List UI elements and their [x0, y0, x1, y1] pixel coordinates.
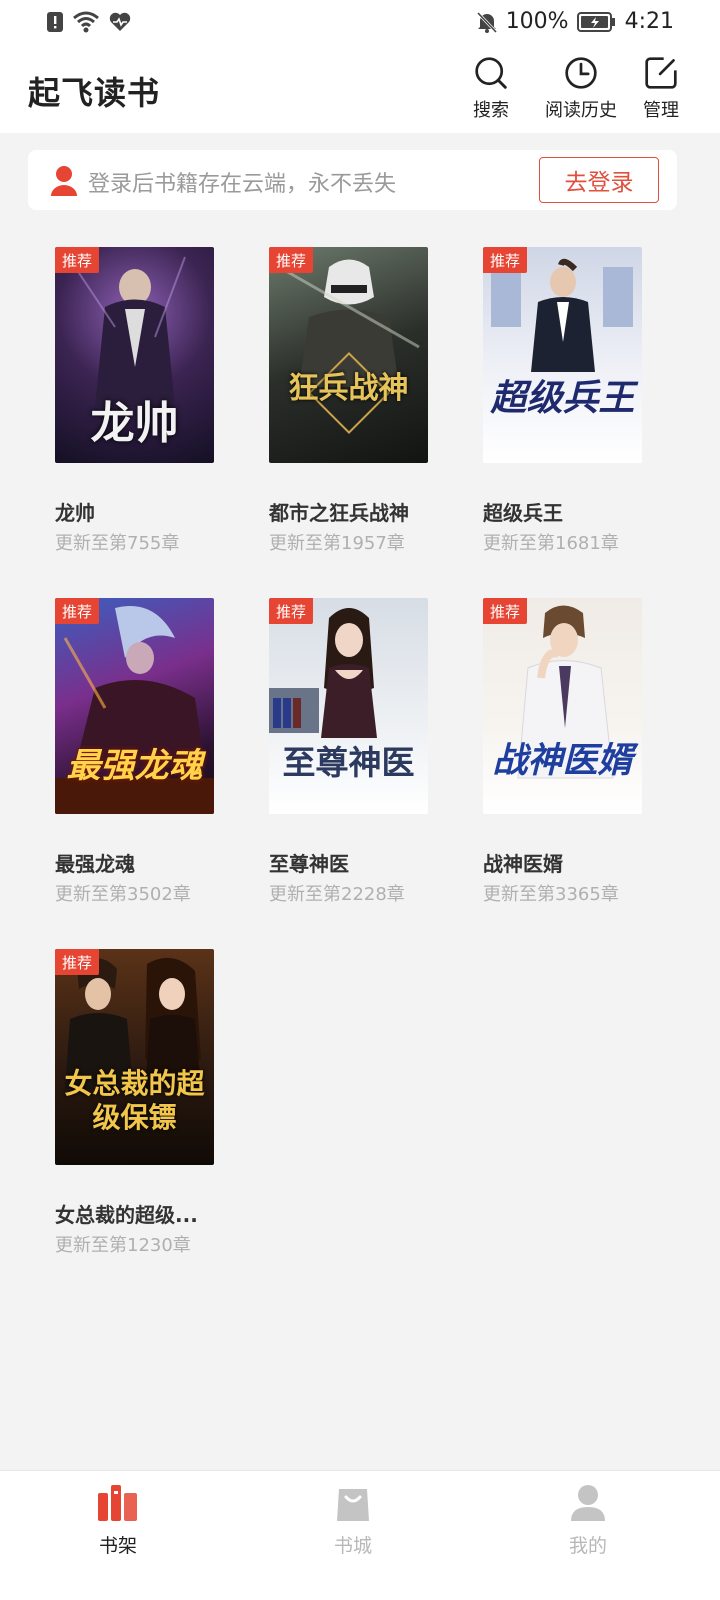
search-button[interactable]: 搜索 — [446, 56, 536, 122]
heart-icon — [108, 11, 132, 33]
book-card-zhizunshenyi[interactable]: 至尊神医 推荐 至尊神医 更新至第2228章 — [269, 598, 469, 908]
cover-title: 至尊神医 — [282, 743, 415, 782]
nav-tab-bookstore[interactable]: 书城 — [293, 1483, 413, 1558]
login-button[interactable]: 去登录 — [539, 157, 659, 203]
clock-time: 4:21 — [624, 9, 674, 34]
book-cover: 至尊神医 推荐 — [269, 598, 428, 814]
login-message: 登录后书籍存在云端，永不丢失 — [88, 172, 397, 197]
app-title: 起飞读书 — [28, 74, 161, 112]
recommend-badge: 推荐 — [55, 949, 99, 975]
nav-label-bookshelf: 书架 — [98, 1535, 137, 1557]
book-update: 更新至第1681章 — [483, 533, 619, 554]
recommend-badge: 推荐 — [55, 247, 99, 273]
book-cover: 龙帅 推荐 — [55, 247, 214, 463]
book-update: 更新至第755章 — [55, 533, 180, 554]
cover-title: 最强龙魂 — [66, 746, 203, 786]
history-icon — [565, 57, 597, 89]
reading-history-button[interactable]: 阅读历史 — [536, 56, 626, 122]
book-card-longshuai[interactable]: 龙帅 推荐 龙帅 更新至第755章 — [55, 247, 255, 557]
search-label: 搜索 — [473, 100, 509, 121]
search-icon — [475, 57, 507, 89]
book-card-dushi[interactable]: 狂兵战神 推荐 都市之狂兵战神 更新至第1957章 — [269, 247, 469, 557]
book-title: 战神医婿 — [483, 852, 563, 876]
book-card-nvzongcai[interactable]: 女总裁的超级保镖 推荐 女总裁的超级... 更新至第1230章 — [55, 949, 255, 1259]
battery-icon — [576, 11, 617, 33]
wifi-icon — [72, 10, 100, 34]
bookshelf-icon — [98, 1485, 137, 1521]
book-update: 更新至第3365章 — [483, 884, 619, 905]
cover-illustration — [278, 259, 420, 435]
edit-icon — [645, 57, 677, 89]
recommend-badge: 推荐 — [483, 247, 527, 273]
book-title: 女总裁的超级... — [55, 1203, 198, 1227]
recommend-badge: 推荐 — [483, 598, 527, 624]
book-card-zuiqianglonghun[interactable]: 最强龙魂 推荐 最强龙魂 更新至第3502章 — [55, 598, 255, 908]
book-title: 超级兵王 — [483, 501, 563, 525]
login-banner: 登录后书籍存在云端，永不丢失 去登录 — [28, 150, 677, 210]
book-update: 更新至第3502章 — [55, 884, 191, 905]
manage-label: 管理 — [643, 100, 679, 121]
status-bar: 100% 4:21 — [0, 0, 720, 48]
manage-button[interactable]: 管理 — [616, 56, 706, 122]
bell-off-icon — [476, 10, 498, 34]
cover-illustration — [491, 258, 633, 372]
book-cover: 最强龙魂 推荐 — [55, 598, 214, 814]
book-cover: 女总裁的超级保镖 推荐 — [55, 949, 214, 1165]
profile-icon — [571, 1485, 605, 1521]
recommend-badge: 推荐 — [269, 598, 313, 624]
book-card-chaojibingwang[interactable]: 超级兵王 推荐 超级兵王 更新至第1681章 — [483, 247, 683, 557]
history-label: 阅读历史 — [545, 100, 617, 121]
alert-icon — [46, 10, 64, 34]
bookstore-icon — [337, 1489, 369, 1521]
nav-label-bookstore: 书城 — [333, 1535, 372, 1557]
cover-title: 超级兵王 — [490, 377, 635, 419]
cover-title: 龙帅 — [90, 398, 179, 449]
book-title: 都市之狂兵战神 — [269, 501, 409, 525]
book-title: 龙帅 — [55, 501, 95, 525]
book-update: 更新至第1957章 — [269, 533, 405, 554]
nav-tab-bookshelf[interactable]: 书架 — [58, 1483, 178, 1558]
cover-title: 战神医婿 — [492, 740, 633, 781]
nav-tab-profile[interactable]: 我的 — [528, 1483, 648, 1558]
recommend-badge: 推荐 — [55, 598, 99, 624]
book-update: 更新至第1230章 — [55, 1235, 191, 1256]
bottom-nav: 书架 书城 我的 — [0, 1470, 720, 1600]
book-title: 最强龙魂 — [55, 852, 135, 876]
top-bar: 100% 4:21 起飞读书 搜索 阅读历史 管理 — [0, 0, 720, 133]
book-title: 至尊神医 — [269, 852, 349, 876]
recommend-badge: 推荐 — [269, 247, 313, 273]
book-cover: 超级兵王 推荐 — [483, 247, 642, 463]
nav-label-profile: 我的 — [568, 1535, 607, 1557]
book-update: 更新至第2228章 — [269, 884, 405, 905]
cover-title: 狂兵战神 — [288, 371, 409, 406]
cover-title: 女总裁的超级保镖 — [64, 1067, 205, 1134]
book-cover: 狂兵战神 推荐 — [269, 247, 428, 463]
battery-percent: 100% — [505, 9, 569, 34]
book-cover: 战神医婿 推荐 — [483, 598, 642, 814]
book-card-zhanshenyixu[interactable]: 战神医婿 推荐 战神医婿 更新至第3365章 — [483, 598, 683, 908]
user-icon — [51, 166, 77, 196]
